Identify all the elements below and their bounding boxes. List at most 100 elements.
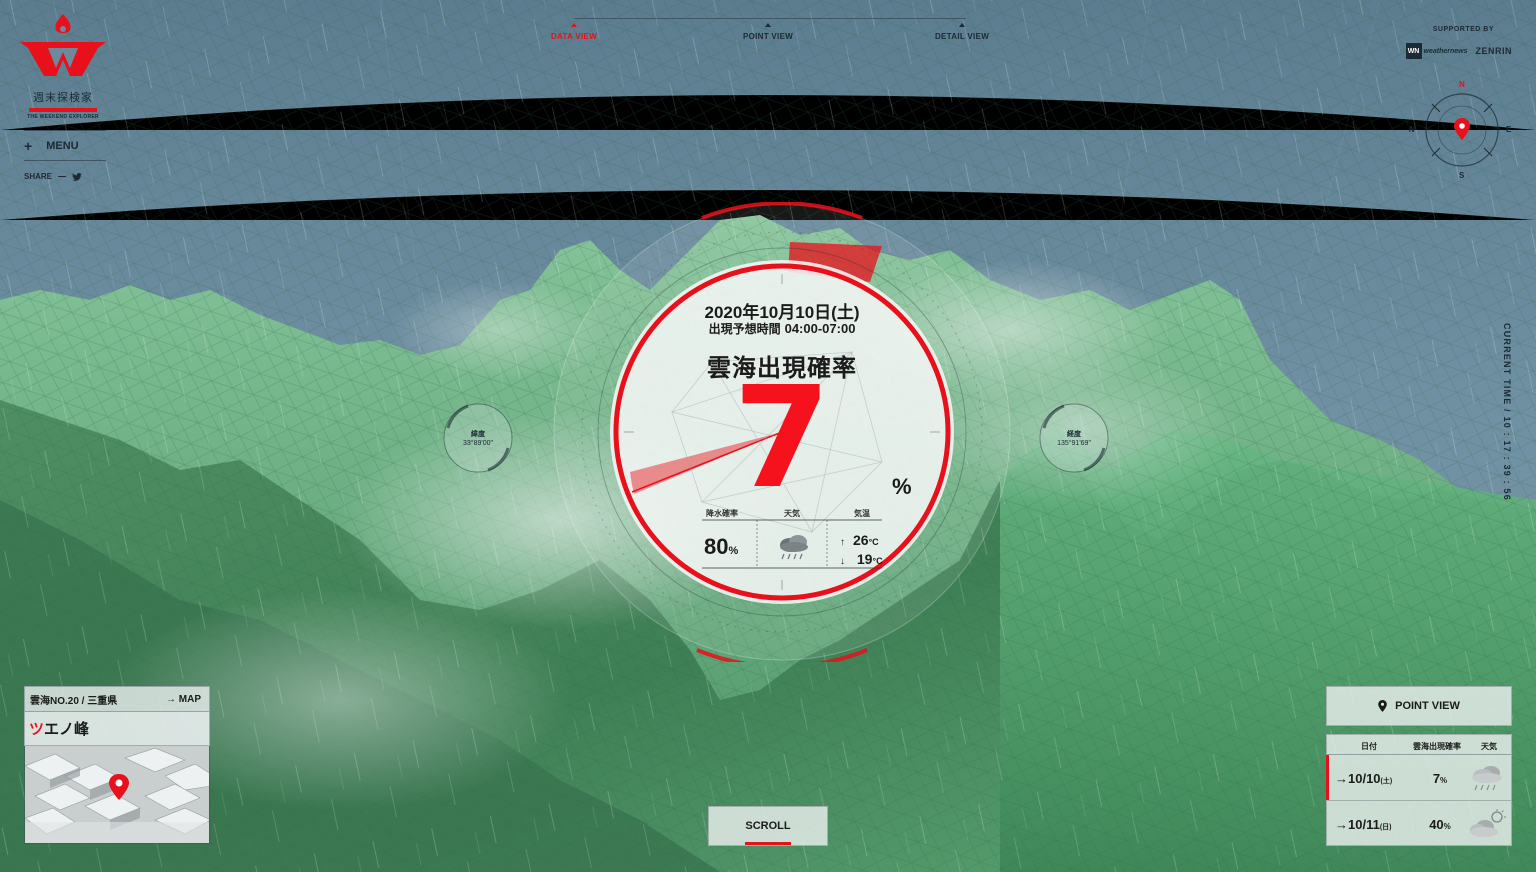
twitter-icon[interactable]	[72, 172, 82, 181]
row-2-prob: 40%	[1429, 817, 1451, 832]
tab-point-view-marker	[765, 23, 771, 27]
longitude-ring: 経度 135°91'69"	[1034, 398, 1114, 478]
col-date: 日付	[1361, 742, 1377, 751]
row-2-prob-unit: %	[1443, 822, 1451, 831]
cloud-rain-icon	[780, 535, 808, 560]
view-switcher-track	[574, 18, 966, 19]
latitude-label: 緯度	[471, 431, 485, 438]
compass-west: N	[1409, 125, 1415, 134]
row-1-date-text: 10/10	[1348, 771, 1381, 786]
temp-high-unit: °C	[868, 537, 879, 547]
brand-mark-icon	[20, 14, 106, 76]
precip-value: 80%	[704, 534, 738, 560]
point-view-button[interactable]: POINT VIEW	[1326, 686, 1512, 726]
forecast-row-2[interactable]: →10/11(日) 40%	[1327, 801, 1511, 847]
spot-name: ツエノ峰	[24, 712, 210, 746]
brand-name-jp: 週末探検家	[33, 92, 93, 104]
tab-point-view[interactable]: POINT VIEW	[743, 32, 793, 41]
forecast-row-1[interactable]: →10/10(土) 7%	[1326, 755, 1511, 801]
arrow-right-icon: →	[1335, 817, 1348, 832]
tab-detail-view[interactable]: DETAIL VIEW	[935, 32, 989, 41]
brand-underline	[29, 108, 97, 112]
forecast-table-header: 日付 雲海出現確率 天気	[1327, 735, 1511, 755]
forecast-content: 2020年10月10日(土) 出現予想時間 04:00-07:00 雲海出現確率 …	[552, 202, 1012, 662]
forecast-window-label: 出現予想時間	[708, 322, 781, 336]
brand-logo[interactable]: 週末探検家 THE WEEKEND EXPLORER	[18, 12, 108, 120]
row-1-prob: 7%	[1433, 771, 1447, 786]
longitude-label: 経度	[1067, 431, 1081, 438]
cloud-sun-icon	[1470, 809, 1506, 837]
precip-number: 80	[704, 534, 729, 559]
row-1-dow: (土)	[1380, 778, 1393, 785]
spot-name-first: ツ	[29, 721, 45, 738]
row-2-date: →10/11(日)	[1335, 817, 1392, 832]
longitude-value: 135°91'69"	[1057, 440, 1091, 447]
row-2-date-text: 10/11	[1348, 817, 1380, 832]
tab-data-view-marker	[571, 23, 577, 27]
sponsor-logos: WN weathernews ZENRIN	[1405, 43, 1513, 59]
menu-button[interactable]: + MENU	[24, 130, 106, 161]
row-1-date: →10/10(土)	[1335, 771, 1392, 786]
row-2-prob-number: 40	[1429, 817, 1444, 832]
compass-east: E	[1506, 125, 1512, 134]
latitude-ring: 緯度 33°89'00"	[438, 398, 518, 478]
temp-low-unit: °C	[872, 556, 883, 566]
forecast-table: 日付 雲海出現確率 天気 →10/10(土) 7% →10/11(日) 40%	[1326, 734, 1512, 846]
row-2-dow: (日)	[1379, 824, 1392, 831]
temp-high: 26	[853, 532, 869, 548]
scroll-label: SCROLL	[745, 820, 791, 832]
weathernews-name: weathernews	[1423, 47, 1468, 55]
location-pin-icon	[1378, 700, 1387, 712]
sponsors: SUPPORTED BY WN weathernews ZENRIN	[1405, 26, 1513, 59]
cloud-sea-probability: 7	[733, 357, 831, 520]
forecast-window: 出現予想時間 04:00-07:00	[552, 320, 1012, 337]
brand-name-en: THE WEEKEND EXPLORER	[27, 114, 99, 120]
arrow-up-icon: ↑	[840, 537, 845, 548]
location-pin-icon	[1454, 118, 1470, 140]
col-weather: 天気	[1481, 742, 1497, 751]
row-1-prob-unit: %	[1440, 776, 1448, 785]
scroll-button[interactable]: SCROLL	[708, 806, 828, 846]
current-time-text: CURRENT TIME / 10 : 17 : 39 : 56	[1502, 323, 1512, 501]
temperature: ↑ 26°C ↓ 19°C	[840, 532, 883, 570]
compass: N E S N	[1406, 78, 1518, 182]
arrow-right-icon: →	[1335, 771, 1348, 786]
view-switcher: DATA VIEW POINT VIEW DETAIL VIEW	[548, 14, 992, 48]
share-label: SHARE	[24, 172, 53, 181]
spot-header: 雲海NO.20 / 三重県 → MAP	[24, 686, 210, 712]
spot-card: 雲海NO.20 / 三重県 → MAP ツエノ峰	[24, 686, 210, 846]
spot-number: 雲海NO.20 / 三重県	[30, 695, 118, 707]
temp-low-row: ↓ 19°C	[840, 551, 883, 570]
weathernews-mark: WN	[1405, 43, 1422, 59]
supported-label: SUPPORTED BY	[1432, 26, 1494, 33]
share-bar: SHARE	[24, 172, 82, 181]
weathernews-logo[interactable]: WN weathernews	[1405, 43, 1468, 59]
precip-label: 降水確率	[706, 509, 738, 518]
temp-high-row: ↑ 26°C	[840, 532, 883, 551]
cloud-rain-icon	[1472, 766, 1502, 791]
menu-plus-icon: +	[24, 138, 33, 154]
point-view-label: POINT VIEW	[1395, 700, 1460, 712]
tab-data-view[interactable]: DATA VIEW	[551, 32, 597, 41]
latitude-value: 33°89'00"	[463, 440, 493, 447]
spot-minimap[interactable]	[24, 746, 210, 844]
compass-north: N	[1459, 80, 1465, 89]
menu-label: MENU	[46, 140, 79, 152]
precip-unit: %	[728, 545, 739, 557]
scroll-indicator	[745, 842, 791, 845]
temp-low: 19	[856, 551, 873, 567]
forecast-window-time: 04:00-07:00	[784, 321, 856, 336]
col-probability: 雲海出現確率	[1413, 742, 1461, 751]
forecast-dial: 2020年10月10日(土) 出現予想時間 04:00-07:00 雲海出現確率 …	[552, 202, 1012, 662]
share-divider	[58, 176, 67, 177]
zenrin-logo[interactable]: ZENRIN	[1476, 46, 1513, 56]
map-link[interactable]: → MAP	[166, 694, 201, 705]
current-time: CURRENT TIME / 10 : 17 : 39 : 56	[1499, 323, 1515, 501]
compass-south: S	[1459, 171, 1465, 180]
weather-label: 天気	[784, 509, 800, 518]
arrow-down-icon: ↓	[840, 556, 845, 567]
spot-name-rest: エノ峰	[44, 721, 90, 738]
tab-detail-view-marker	[959, 23, 965, 27]
temp-label: 気温	[854, 509, 870, 518]
probability-unit: %	[892, 474, 912, 499]
